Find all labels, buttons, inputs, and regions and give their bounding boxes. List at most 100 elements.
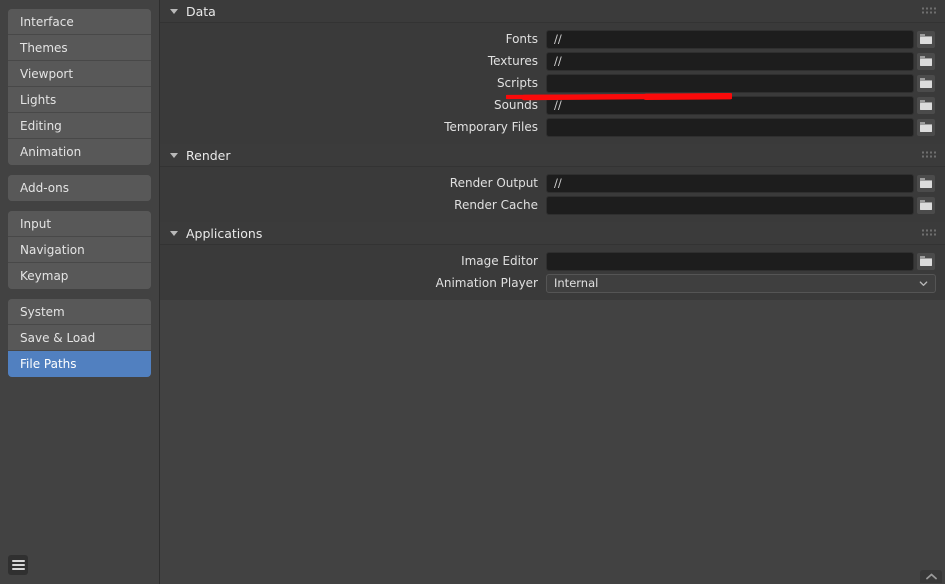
sidebar-item-add-ons[interactable]: Add-ons <box>8 175 151 201</box>
grip-dot <box>930 151 932 154</box>
folder-icon <box>920 122 932 132</box>
field-wrapper-sounds: // <box>546 95 936 115</box>
panel-header-render[interactable]: Render <box>160 144 945 167</box>
disclosure-triangle-icon[interactable] <box>170 230 178 236</box>
browse-folder-button-textures[interactable] <box>916 51 936 71</box>
path-input-fonts[interactable]: // <box>546 29 914 49</box>
sidebar-item-label: Keymap <box>20 269 69 283</box>
grip-dot <box>926 11 928 14</box>
preferences-content: Data Fonts // Textures // Scripts Sounds // Temp… <box>160 0 945 584</box>
property-label-render-output: Render Output <box>449 176 538 190</box>
grip-dot <box>926 151 928 154</box>
sidebar-item-interface[interactable]: Interface <box>8 9 151 35</box>
sidebar-item-save-load[interactable]: Save & Load <box>8 325 151 351</box>
grip-dots-icon[interactable] <box>922 151 936 159</box>
sidebar-item-viewport[interactable]: Viewport <box>8 61 151 87</box>
grip-dot <box>934 233 936 236</box>
grip-dots-icon[interactable] <box>922 229 936 237</box>
browse-folder-button-scripts[interactable] <box>916 73 936 93</box>
path-input-temporary-files[interactable] <box>546 117 914 137</box>
property-label-textures: Textures <box>487 54 538 68</box>
field-wrapper-temporary-files <box>546 117 936 137</box>
property-label-sounds: Sounds <box>493 98 538 112</box>
sidebar-item-label: Editing <box>20 119 62 133</box>
path-input-image-editor[interactable] <box>546 251 914 271</box>
grip-dot <box>926 233 928 236</box>
panel-header-applications[interactable]: Applications <box>160 222 945 245</box>
grip-dots-icon[interactable] <box>922 7 936 15</box>
panel-title: Data <box>186 3 216 19</box>
sidebar-item-label: Lights <box>20 93 57 107</box>
property-row-temporary-files: Temporary Files <box>160 116 936 138</box>
sidebar-item-navigation[interactable]: Navigation <box>8 237 151 263</box>
grip-dot <box>922 151 924 154</box>
chevron-up-icon <box>925 573 937 580</box>
sidebar-item-editing[interactable]: Editing <box>8 113 151 139</box>
sidebar-item-keymap[interactable]: Keymap <box>8 263 151 289</box>
grip-dot <box>922 7 924 10</box>
browse-folder-button-render-cache[interactable] <box>916 195 936 215</box>
disclosure-triangle-icon[interactable] <box>170 152 178 158</box>
sidebar-item-label: Add-ons <box>20 181 69 195</box>
field-wrapper-render-output: // <box>546 173 936 193</box>
panel-title: Applications <box>186 225 263 241</box>
property-row-render-output: Render Output // <box>160 172 936 194</box>
dropdown-value: Internal <box>554 275 599 290</box>
sidebar-item-label: System <box>20 305 65 319</box>
grip-dot <box>930 229 932 232</box>
chevron-down-icon <box>919 280 928 286</box>
grip-dot <box>930 155 932 158</box>
dropdown-animation-player[interactable]: Internal <box>546 273 936 293</box>
folder-icon <box>920 100 932 110</box>
grip-dot <box>934 7 936 10</box>
field-wrapper-fonts: // <box>546 29 936 49</box>
property-label-render-cache: Render Cache <box>454 198 538 212</box>
sidebar-item-themes[interactable]: Themes <box>8 35 151 61</box>
path-input-render-output[interactable]: // <box>546 173 914 193</box>
path-input-sounds[interactable]: // <box>546 95 914 115</box>
hamburger-menu-icon[interactable] <box>8 555 28 575</box>
property-row-animation-player: Animation Player Internal <box>160 272 936 294</box>
grip-dot <box>926 229 928 232</box>
property-row-sounds: Sounds // <box>160 94 936 116</box>
path-input-scripts[interactable] <box>546 73 914 93</box>
browse-folder-button-render-output[interactable] <box>916 173 936 193</box>
grip-dot <box>934 229 936 232</box>
grip-dot <box>930 7 932 10</box>
grip-dot <box>934 11 936 14</box>
property-row-textures: Textures // <box>160 50 936 72</box>
folder-icon <box>920 78 932 88</box>
folder-icon <box>920 256 932 266</box>
grip-dot <box>934 151 936 154</box>
sidebar-item-system[interactable]: System <box>8 299 151 325</box>
path-input-textures[interactable]: // <box>546 51 914 71</box>
sidebar-item-label: File Paths <box>20 357 77 371</box>
panel-header-data[interactable]: Data <box>160 0 945 23</box>
sidebar-item-animation[interactable]: Animation <box>8 139 151 165</box>
browse-folder-button-temporary-files[interactable] <box>916 117 936 137</box>
browse-folder-button-sounds[interactable] <box>916 95 936 115</box>
sidebar-item-input[interactable]: Input <box>8 211 151 237</box>
sidebar-item-file-paths[interactable]: File Paths <box>8 351 151 377</box>
panel-title: Render <box>186 147 231 163</box>
field-wrapper-textures: // <box>546 51 936 71</box>
property-row-scripts: Scripts <box>160 72 936 94</box>
disclosure-triangle-icon[interactable] <box>170 8 178 14</box>
sidebar-group-1: Add-ons <box>8 175 151 201</box>
grip-dot <box>922 229 924 232</box>
property-label-scripts: Scripts <box>496 76 538 90</box>
sidebar-item-label: Navigation <box>20 243 85 257</box>
sidebar-item-lights[interactable]: Lights <box>8 87 151 113</box>
scroll-up-button[interactable] <box>920 570 942 583</box>
browse-folder-button-fonts[interactable] <box>916 29 936 49</box>
grip-dot <box>922 155 924 158</box>
grip-dot <box>934 155 936 158</box>
property-row-image-editor: Image Editor <box>160 250 936 272</box>
grip-dot <box>926 155 928 158</box>
property-row-render-cache: Render Cache <box>160 194 936 216</box>
grip-dot <box>926 7 928 10</box>
browse-folder-button-image-editor[interactable] <box>916 251 936 271</box>
sidebar-item-label: Viewport <box>20 67 74 81</box>
panel-list: Data Fonts // Textures // Scripts Sounds // Temp… <box>160 0 945 300</box>
path-input-render-cache[interactable] <box>546 195 914 215</box>
